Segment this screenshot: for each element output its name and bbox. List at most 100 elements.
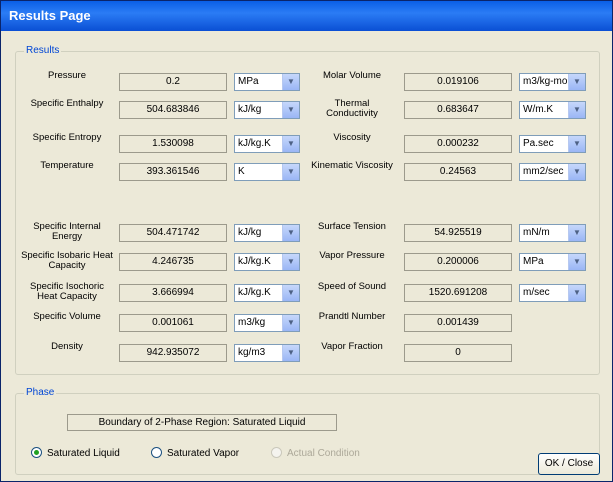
phase-group: Phase [15, 387, 600, 475]
unit-value: kJ/kg.K [238, 256, 271, 267]
radio-icon [151, 446, 162, 458]
right-unit-select-0[interactable]: m3/kg-mol ▼ [519, 73, 586, 91]
left-unit-select-0[interactable]: MPa ▼ [234, 73, 300, 91]
right-unit-select-4[interactable]: mN/m ▼ [519, 224, 586, 242]
chevron-down-icon[interactable]: ▼ [568, 74, 585, 90]
window-title: Results Page [9, 8, 91, 23]
chevron-down-icon[interactable]: ▼ [568, 254, 585, 270]
unit-value: kJ/kg.K [238, 287, 271, 298]
chevron-down-icon[interactable]: ▼ [282, 254, 299, 270]
right-value-1: 0.683647 [404, 101, 512, 119]
right-value-2: 0.000232 [404, 135, 512, 153]
right-label-6: Speed of Sound [317, 281, 387, 292]
chevron-down-icon[interactable]: ▼ [568, 164, 585, 180]
unit-value: kg/m3 [238, 347, 266, 358]
unit-value: kJ/kg.K [238, 138, 271, 149]
left-unit-select-5[interactable]: kJ/kg.K ▼ [234, 253, 300, 271]
left-value-5: 4.246735 [119, 253, 227, 271]
right-value-0: 0.019106 [404, 73, 512, 91]
left-label-5: Specific Isobaric Heat Capacity [21, 250, 113, 271]
results-window: Results Page Results Pressure 0.2 MPa ▼ Spec… [0, 0, 613, 482]
unit-value: MPa [523, 256, 544, 267]
unit-value: m/sec [523, 287, 550, 298]
unit-value: MPa [238, 76, 259, 87]
unit-value: W/m.K [523, 104, 553, 115]
right-label-7: Prandtl Number [318, 311, 386, 322]
left-unit-select-6[interactable]: kJ/kg.K ▼ [234, 284, 300, 302]
right-value-6: 1520.691208 [404, 284, 512, 302]
left-value-6: 3.666994 [119, 284, 227, 302]
chevron-down-icon[interactable]: ▼ [282, 345, 299, 361]
right-value-7: 0.001439 [404, 314, 512, 332]
right-label-4: Surface Tension [318, 221, 386, 232]
right-label-0: Molar Volume [322, 70, 382, 81]
unit-value: mN/m [523, 227, 550, 238]
left-value-4: 504.471742 [119, 224, 227, 242]
left-value-2: 1.530098 [119, 135, 227, 153]
unit-value: kJ/kg [238, 104, 262, 115]
unit-value: m3/kg-mol [523, 76, 570, 87]
unit-value: kJ/kg [238, 227, 262, 238]
left-label-3: Temperature [40, 160, 94, 171]
right-label-2: Viscosity [333, 132, 371, 143]
right-value-5: 0.200006 [404, 253, 512, 271]
radio-icon [271, 446, 282, 458]
left-value-0: 0.2 [119, 73, 227, 91]
right-unit-select-3[interactable]: mm2/sec ▼ [519, 163, 586, 181]
results-legend: Results [24, 45, 62, 56]
radio-label: Actual Condition [287, 448, 360, 459]
chevron-down-icon[interactable]: ▼ [282, 164, 299, 180]
left-value-3: 393.361546 [119, 163, 227, 181]
right-value-8: 0 [404, 344, 512, 362]
phase-legend: Phase [24, 387, 57, 398]
right-value-3: 0.24563 [404, 163, 512, 181]
right-value-4: 54.925519 [404, 224, 512, 242]
left-label-4: Specific Internal Energy [33, 221, 101, 242]
radio-label: Saturated Vapor [167, 448, 240, 459]
left-label-1: Specific Enthalpy [30, 98, 104, 109]
unit-value: Pa.sec [523, 138, 554, 149]
left-unit-select-8[interactable]: kg/m3 ▼ [234, 344, 300, 362]
chevron-down-icon[interactable]: ▼ [282, 136, 299, 152]
chevron-down-icon[interactable]: ▼ [568, 102, 585, 118]
radio-saturated-liquid[interactable]: Saturated Liquid [31, 446, 120, 461]
title-bar: Results Page [1, 1, 612, 31]
left-unit-select-1[interactable]: kJ/kg ▼ [234, 101, 300, 119]
left-label-6: Specific Isochoric Heat Capacity [30, 281, 104, 302]
chevron-down-icon[interactable]: ▼ [568, 225, 585, 241]
radio-saturated-vapor[interactable]: Saturated Vapor [151, 446, 240, 461]
chevron-down-icon[interactable]: ▼ [568, 136, 585, 152]
chevron-down-icon[interactable]: ▼ [282, 74, 299, 90]
left-unit-select-3[interactable]: K ▼ [234, 163, 300, 181]
left-unit-select-2[interactable]: kJ/kg.K ▼ [234, 135, 300, 153]
chevron-down-icon[interactable]: ▼ [282, 285, 299, 301]
left-label-7: Specific Volume [33, 311, 101, 322]
right-label-8: Vapor Fraction [321, 341, 383, 352]
left-unit-select-7[interactable]: m3/kg ▼ [234, 314, 300, 332]
left-label-0: Pressure [47, 70, 86, 81]
right-unit-select-2[interactable]: Pa.sec ▼ [519, 135, 586, 153]
left-value-1: 504.683846 [119, 101, 227, 119]
unit-value: K [238, 166, 245, 177]
left-label-2: Specific Entropy [32, 132, 102, 143]
chevron-down-icon[interactable]: ▼ [568, 285, 585, 301]
unit-value: m3/kg [238, 317, 266, 328]
ok-close-button[interactable]: OK / Close [538, 453, 600, 475]
right-label-3: Kinematic Viscosity [311, 160, 393, 171]
phase-status-field: Boundary of 2-Phase Region: Saturated Li… [67, 414, 337, 431]
radio-label: Saturated Liquid [47, 448, 120, 459]
unit-value: mm2/sec [523, 166, 564, 177]
right-unit-select-5[interactable]: MPa ▼ [519, 253, 586, 271]
left-value-8: 942.935072 [119, 344, 227, 362]
chevron-down-icon[interactable]: ▼ [282, 315, 299, 331]
right-unit-select-6[interactable]: m/sec ▼ [519, 284, 586, 302]
left-unit-select-4[interactable]: kJ/kg ▼ [234, 224, 300, 242]
chevron-down-icon[interactable]: ▼ [282, 225, 299, 241]
left-value-7: 0.001061 [119, 314, 227, 332]
radio-actual-condition: Actual Condition [271, 446, 360, 461]
right-label-5: Vapor Pressure [319, 250, 385, 261]
right-unit-select-1[interactable]: W/m.K ▼ [519, 101, 586, 119]
right-label-1: Thermal Conductivity [326, 98, 378, 119]
chevron-down-icon[interactable]: ▼ [282, 102, 299, 118]
radio-icon [31, 446, 42, 458]
